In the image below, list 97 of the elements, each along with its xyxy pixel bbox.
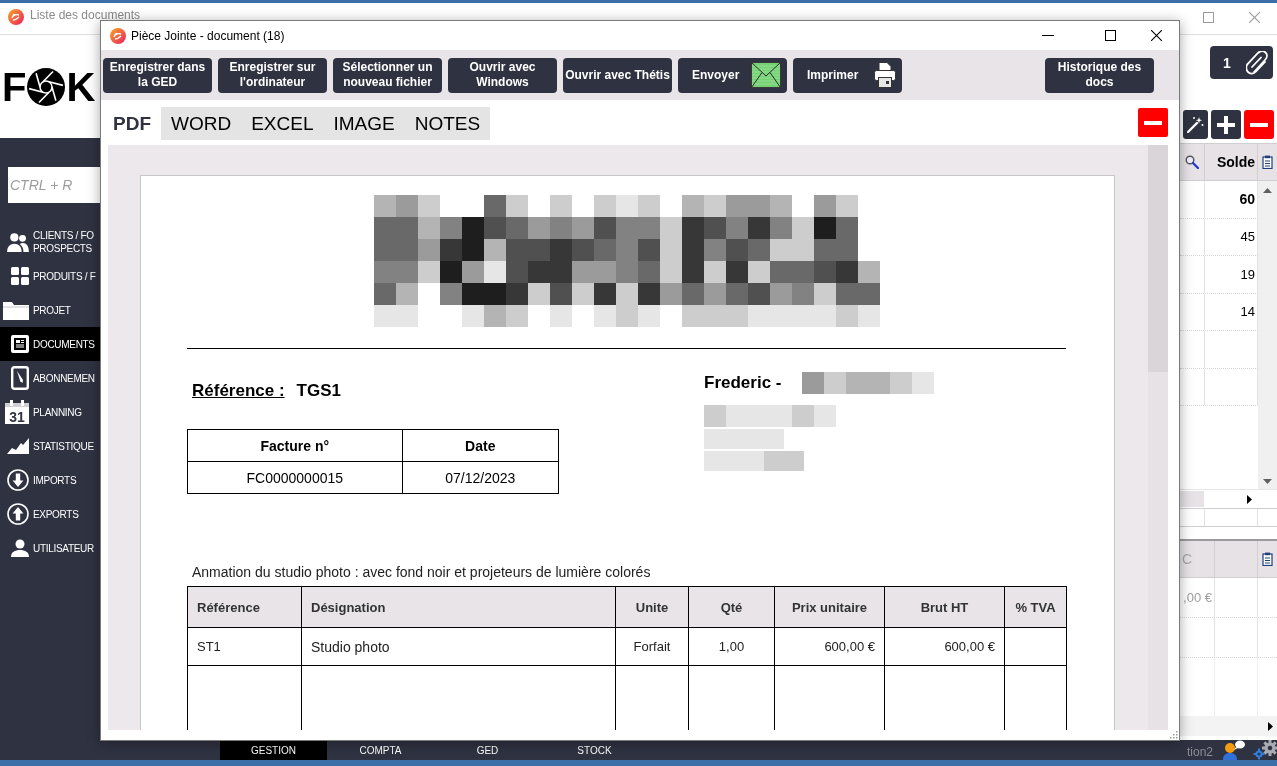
grid-icon xyxy=(11,267,29,285)
minus-icon xyxy=(1250,122,1268,127)
reference-value: TGS1 xyxy=(296,381,341,400)
search-field[interactable]: CTRL + R xyxy=(8,167,100,203)
logo-letter: F xyxy=(2,64,27,109)
nav-item[interactable]: EXPORTS xyxy=(0,497,100,531)
toolbar-button[interactable]: Imprimer xyxy=(793,57,902,93)
resize-grip-icon[interactable] xyxy=(1169,730,1178,739)
clipboard-icon[interactable] xyxy=(1262,552,1273,566)
user-help-icon[interactable] xyxy=(1221,740,1245,760)
area-chart-icon xyxy=(7,438,29,454)
module-tab[interactable]: COMPTA xyxy=(327,740,434,760)
calendar-icon: 31 xyxy=(5,400,29,424)
app-logo-icon xyxy=(8,9,24,25)
search-icon[interactable] xyxy=(1185,155,1199,169)
scrollbar-thumb[interactable] xyxy=(1180,491,1204,507)
tab[interactable]: IMAGE xyxy=(323,107,405,140)
reference-label: Référence : xyxy=(192,381,285,400)
nav-item[interactable]: DOCUMENTS xyxy=(0,327,100,361)
column-header: Référence xyxy=(187,586,302,628)
column-header: % TVA xyxy=(1004,586,1067,628)
remove-button[interactable] xyxy=(1244,110,1274,139)
toolbar-button[interactable]: Envoyer xyxy=(678,57,787,93)
table-cell: Forfait xyxy=(615,627,689,666)
minimize-icon xyxy=(1042,35,1054,36)
nav-item[interactable]: ABONNEMEN xyxy=(0,361,100,395)
status-text: tion2 xyxy=(1186,744,1213,759)
column-header: Unite xyxy=(615,586,689,628)
table-cell: 600,00 € xyxy=(774,627,885,666)
magic-wand-button[interactable] xyxy=(1183,110,1208,139)
table-cell: 1,00 xyxy=(688,627,775,666)
tab[interactable]: PDF xyxy=(103,107,161,140)
arrow-up-circle-icon xyxy=(7,503,29,525)
tab[interactable]: EXCEL xyxy=(241,107,324,140)
history-button[interactable]: Historique des docs xyxy=(1045,57,1154,93)
close-icon xyxy=(1248,11,1260,23)
folder-icon xyxy=(3,300,29,320)
arrow-down-circle-icon xyxy=(7,469,29,491)
table-cell: ST1 xyxy=(187,627,302,666)
aperture-icon xyxy=(27,67,66,106)
tab[interactable]: NOTES xyxy=(404,107,491,140)
tab[interactable]: WORD xyxy=(161,107,242,140)
toolbar-button[interactable]: Enregistrer sur l'ordinateur xyxy=(218,57,327,93)
column-header: Qté xyxy=(688,586,775,628)
maximize-icon xyxy=(1202,11,1214,23)
maximize-icon xyxy=(1104,30,1116,41)
nav-item[interactable]: PROJET xyxy=(0,293,100,327)
table-cell: FC0000000015 xyxy=(187,461,403,494)
nav-item[interactable]: 31 PLANNING xyxy=(0,395,100,429)
table-cell: Studio photo xyxy=(301,627,616,666)
scroll-right-icon[interactable] xyxy=(1268,721,1273,731)
printer-icon xyxy=(874,62,896,88)
toolbar-button[interactable]: Ouvrir avec Thétis xyxy=(563,57,672,93)
column-header: Désignation xyxy=(301,586,616,628)
description-text: Anmation du studio photo : avec fond noir et projeteurs de lumière colorés xyxy=(191,564,652,580)
scroll-right-icon[interactable] xyxy=(1247,494,1252,504)
table-cell: 07/12/2023 xyxy=(402,461,559,494)
remove-button[interactable] xyxy=(1138,108,1168,137)
module-tab[interactable]: STOCK xyxy=(541,740,648,760)
toolbar-button[interactable]: Enregistrer dans la GED xyxy=(103,57,212,93)
logo-letter: K xyxy=(66,64,96,109)
nav-item[interactable]: UTILISATEUR xyxy=(0,531,100,565)
document-icon xyxy=(11,335,29,353)
nav-item[interactable]: CLIENTS / FO PROSPECTS xyxy=(0,225,100,259)
column-header: Solde xyxy=(1205,144,1258,180)
minus-icon xyxy=(1144,120,1162,125)
column-header: Prix unitaire xyxy=(774,586,885,628)
scroll-down-icon[interactable] xyxy=(1263,479,1272,484)
window-title: Liste des documents xyxy=(30,8,141,22)
module-tab[interactable]: GESTION xyxy=(220,740,327,760)
tablet-pen-icon xyxy=(11,366,29,390)
column-header: Facture n° xyxy=(187,429,403,462)
toolbar-button[interactable]: Ouvrir avec Windows xyxy=(448,57,557,93)
nav-item[interactable]: STATISTIQUE xyxy=(0,429,100,463)
people-icon xyxy=(7,232,29,252)
scrollbar-thumb[interactable] xyxy=(1148,145,1168,372)
toolbar-button[interactable]: Sélectionner un nouveau fichier xyxy=(333,57,442,93)
add-button[interactable] xyxy=(1211,110,1241,139)
nav-item[interactable]: IMPORTS xyxy=(0,463,100,497)
window-title: Pièce Jointe - document (18) xyxy=(131,28,285,43)
envelope-icon xyxy=(751,62,781,88)
column-header: Date xyxy=(402,429,559,462)
paperclip-icon xyxy=(1246,50,1268,75)
recipient-name: Frederic - xyxy=(704,373,782,393)
attachments-button[interactable]: 1 xyxy=(1210,46,1273,79)
nav-item[interactable]: PRODUITS / F xyxy=(0,259,100,293)
close-icon xyxy=(1150,30,1162,41)
clipboard-icon[interactable] xyxy=(1262,155,1273,169)
scroll-up-icon[interactable] xyxy=(1263,188,1272,193)
user-icon xyxy=(11,539,29,557)
gears-icon[interactable] xyxy=(1253,740,1277,760)
plus-icon xyxy=(1217,115,1235,134)
app-logo-icon xyxy=(110,27,126,44)
column-header: Brut HT xyxy=(884,586,1005,628)
table-cell: 600,00 € xyxy=(884,627,1005,666)
magic-wand-icon xyxy=(1187,116,1204,133)
module-tab[interactable]: GED xyxy=(434,740,541,760)
